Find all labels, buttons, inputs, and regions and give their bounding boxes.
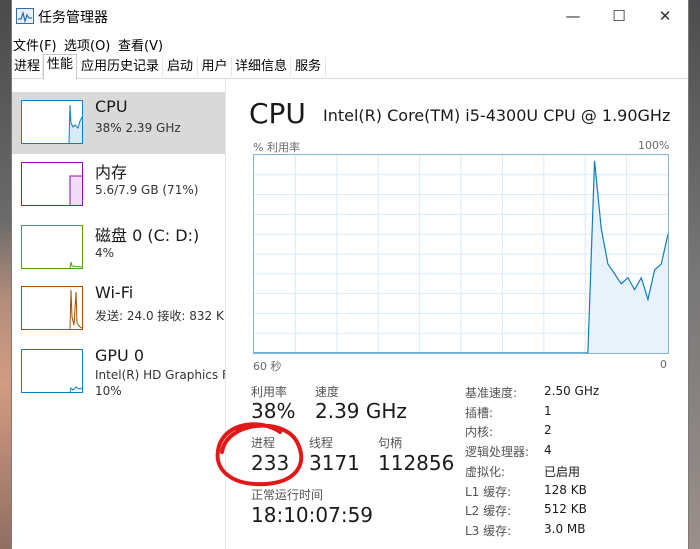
utilization-value: 38% — [251, 399, 296, 423]
sidebar-item-disk[interactable]: 磁盘 0 (C: D:) 4% — [12, 217, 225, 279]
detail-label-logical-processors: 逻辑处理器: — [465, 445, 530, 459]
speed-value: 2.39 GHz — [315, 399, 407, 423]
detail-label-l1-cache: L1 缓存: — [465, 485, 512, 499]
sidebar-item-title: 内存 — [95, 163, 128, 182]
cpu-model-name: Intel(R) Core(TM) i5-4300U CPU @ 1.90GHz — [323, 106, 671, 125]
detail-label-cores: 内核: — [465, 425, 494, 439]
sidebar-item-detail: 4% — [95, 246, 115, 260]
close-button[interactable]: ✕ — [642, 0, 688, 32]
performance-sidebar: CPU 38% 2.39 GHz 内存 5.6/7.9 GB (71%) 磁盘 … — [12, 79, 226, 549]
wifi-mini-graph — [21, 286, 83, 330]
detail-label-l3-cache: L3 缓存: — [465, 524, 512, 538]
detail-label-virtualization: 虚拟化: — [465, 465, 506, 479]
sidebar-item-gpu[interactable]: GPU 0 Intel(R) HD Graphics F 10% — [12, 341, 225, 411]
processes-label: 进程 — [251, 436, 276, 450]
menu-options[interactable]: 选项(O) — [64, 35, 110, 54]
sidebar-item-detail: 5.6/7.9 GB (71%) — [95, 183, 199, 197]
sidebar-item-detail: Intel(R) HD Graphics F — [95, 368, 225, 382]
menu-bar: 文件(F) 选项(O) 查看(V) — [12, 34, 688, 54]
tab-details[interactable]: 详细信息 — [232, 57, 291, 77]
sidebar-item-memory[interactable]: 内存 5.6/7.9 GB (71%) — [12, 154, 225, 216]
sidebar-item-detail-usage: 10% — [95, 384, 122, 398]
detail-value-l1-cache: 128 KB — [544, 483, 587, 497]
maximize-button[interactable]: ☐ — [596, 0, 642, 32]
processes-value: 233 — [251, 451, 290, 475]
sidebar-item-title: Wi-Fi — [95, 283, 134, 302]
tab-services[interactable]: 服务 — [291, 57, 326, 77]
tab-app-history[interactable]: 应用历史记录 — [78, 57, 163, 77]
detail-label-sockets: 插槽: — [465, 406, 494, 420]
sidebar-item-detail: 38% 2.39 GHz — [95, 121, 181, 135]
cpu-mini-graph — [21, 100, 83, 144]
detail-value-logical-processors: 4 — [544, 443, 552, 457]
detail-label-l2-cache: L2 缓存: — [465, 504, 512, 518]
detail-value-base-speed: 2.50 GHz — [544, 384, 600, 398]
menu-view[interactable]: 查看(V) — [118, 35, 163, 54]
chart-label-utilization: % 利用率 — [253, 141, 300, 154]
task-manager-icon — [16, 8, 34, 24]
tab-performance[interactable]: 性能 — [43, 54, 77, 80]
window-title: 任务管理器 — [38, 10, 108, 26]
sidebar-item-title: GPU 0 — [95, 346, 145, 365]
chart-axis-left-label: 60 秒 — [253, 360, 282, 373]
close-icon: ✕ — [658, 7, 672, 25]
cpu-utilization-graph — [254, 155, 669, 354]
sidebar-item-wifi[interactable]: Wi-Fi 发送: 24.0 接收: 832 K — [12, 278, 225, 340]
tab-processes[interactable]: 进程 — [12, 57, 43, 77]
cpu-performance-panel: CPU Intel(R) Core(TM) i5-4300U CPU @ 1.9… — [226, 79, 688, 549]
sidebar-item-detail: 发送: 24.0 接收: 832 K — [95, 309, 224, 323]
sidebar-item-title: 磁盘 0 (C: D:) — [95, 226, 200, 245]
desktop-background-right — [688, 0, 700, 549]
tab-users[interactable]: 用户 — [198, 57, 232, 77]
cpu-utilization-chart — [253, 154, 669, 354]
memory-mini-graph — [21, 162, 83, 206]
task-manager-window: 任务管理器 — ☐ ✕ 文件(F) 选项(O) 查看(V) 进程 性能 应用历史… — [12, 0, 688, 549]
detail-value-sockets: 1 — [544, 404, 552, 418]
chart-label-max: 100% — [638, 139, 670, 152]
handles-label: 句柄 — [378, 436, 403, 450]
detail-value-l3-cache: 3.0 MB — [544, 522, 586, 536]
minimize-icon: — — [565, 7, 581, 25]
disk-mini-graph — [21, 225, 83, 269]
detail-value-virtualization: 已启用 — [544, 465, 581, 479]
detail-value-l2-cache: 512 KB — [544, 502, 587, 516]
maximize-icon: ☐ — [612, 7, 626, 25]
desktop-background-left — [0, 0, 12, 549]
minimize-button[interactable]: — — [550, 0, 596, 32]
handles-value: 112856 — [378, 451, 455, 475]
chart-axis-right-label: 0 — [660, 358, 667, 371]
threads-label: 线程 — [309, 436, 334, 450]
menu-file[interactable]: 文件(F) — [13, 35, 57, 54]
threads-value: 3171 — [309, 451, 360, 475]
utilization-label: 利用率 — [251, 385, 288, 399]
title-bar[interactable]: 任务管理器 — ☐ ✕ — [12, 0, 688, 34]
tab-startup[interactable]: 启动 — [163, 57, 198, 77]
gpu-mini-graph — [21, 349, 83, 393]
speed-label: 速度 — [315, 385, 340, 399]
uptime-value: 18:10:07:59 — [251, 503, 374, 527]
sidebar-item-cpu[interactable]: CPU 38% 2.39 GHz — [12, 92, 225, 154]
sidebar-item-title: CPU — [95, 97, 128, 116]
detail-value-cores: 2 — [544, 423, 552, 437]
uptime-label: 正常运行时间 — [251, 488, 324, 502]
detail-label-base-speed: 基准速度: — [465, 386, 518, 400]
page-title: CPU — [249, 97, 306, 130]
tab-bar: 进程 性能 应用历史记录 启动 用户 详细信息 服务 — [12, 54, 688, 80]
